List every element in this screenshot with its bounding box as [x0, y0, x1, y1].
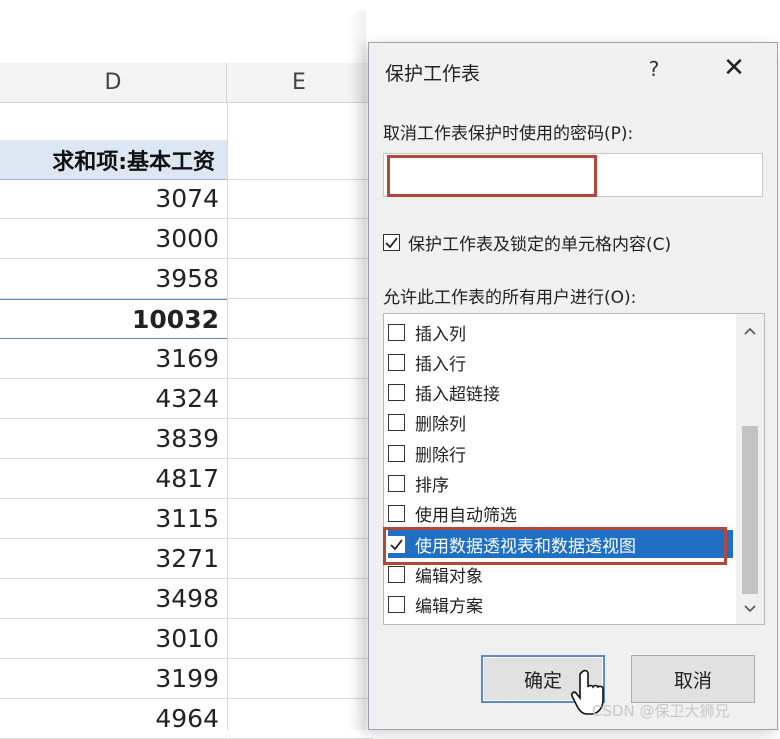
permission-label: 排序 [415, 476, 449, 496]
permission-checkbox[interactable] [388, 596, 405, 614]
protect-sheet-checkbox[interactable] [383, 233, 400, 251]
password-label: 取消工作表保护时使用的密码(P): [383, 124, 634, 144]
value-cell[interactable]: 3271 [0, 539, 227, 579]
list-scrollbar[interactable] [736, 314, 764, 624]
dialog-shadow [346, 10, 366, 730]
permission-label: 删除行 [415, 445, 466, 466]
protect-sheet-label: 保护工作表及锁定的单元格内容(C) [408, 234, 672, 255]
scroll-down-icon[interactable] [736, 596, 764, 622]
permission-item[interactable]: 使用自动筛选 [388, 500, 733, 528]
value-cell[interactable]: 4817 [0, 459, 227, 499]
value-cell[interactable]: 3498 [0, 579, 227, 619]
permission-label: 插入超链接 [415, 385, 500, 406]
permission-label: 编辑对象 [415, 566, 483, 587]
value-cell[interactable]: 3000 [0, 219, 227, 259]
value-cell[interactable]: 4964 [0, 699, 227, 739]
permission-item[interactable]: 插入列 [388, 318, 733, 346]
permission-checkbox[interactable] [388, 505, 405, 523]
permission-item[interactable]: 插入超链接 [388, 379, 733, 407]
value-cell[interactable]: 3169 [0, 339, 227, 379]
permission-label: 编辑方案 [415, 597, 483, 618]
value-cell[interactable]: 3839 [0, 419, 227, 459]
password-highlight-box [387, 155, 597, 197]
selected-item-highlight-box [383, 527, 727, 565]
dialog-title: 保护工作表 [385, 63, 481, 85]
permission-item[interactable]: 删除行 [388, 439, 733, 467]
permission-item[interactable]: 编辑方案 [388, 591, 733, 619]
watermark: CSDN @保卫大狮兄 [592, 702, 730, 720]
protect-sheet-checkbox-row[interactable]: 保护工作表及锁定的单元格内容(C) [383, 229, 671, 255]
permission-checkbox[interactable] [388, 323, 405, 341]
scroll-up-icon[interactable] [736, 318, 764, 344]
pivot-header-cell[interactable]: 求和项:基本工资 [0, 140, 227, 180]
value-cell[interactable]: 3074 [0, 179, 227, 219]
permission-checkbox[interactable] [388, 384, 405, 402]
allow-users-label: 允许此工作表的所有用户进行(O): [383, 288, 637, 308]
value-cell[interactable]: 3010 [0, 619, 227, 659]
value-cell[interactable]: 3115 [0, 499, 227, 539]
permission-label: 使用自动筛选 [415, 506, 517, 527]
permission-checkbox[interactable] [388, 444, 405, 462]
permission-item[interactable]: 插入行 [388, 348, 733, 376]
sheet-top-area [0, 0, 780, 48]
value-cell[interactable]: 4324 [0, 379, 227, 419]
permission-checkbox[interactable] [388, 353, 405, 371]
cancel-button[interactable]: 取消 [631, 655, 755, 703]
permission-checkbox[interactable] [388, 475, 405, 492]
permission-checkbox[interactable] [388, 565, 405, 583]
protect-sheet-dialog: 保护工作表 ? ✕ 取消工作表保护时使用的密码(P): 保护工作表及锁定的单元格… [368, 42, 778, 730]
help-button[interactable]: ? [641, 55, 667, 83]
permission-checkbox[interactable] [388, 414, 405, 432]
column-header-d[interactable]: D [0, 63, 227, 103]
permission-label: 插入行 [415, 354, 466, 375]
scrollbar-thumb[interactable] [742, 426, 758, 594]
permission-label: 删除列 [415, 415, 466, 436]
value-cell[interactable]: 3958 [0, 259, 227, 299]
permissions-list[interactable]: 插入列 插入行 插入超链接 删除列 删除行 排序 使用自动筛选 使用数据透视表和数据透视图 编辑… [383, 313, 765, 625]
permission-item[interactable]: 删除列 [388, 409, 733, 437]
close-icon[interactable]: ✕ [719, 53, 749, 83]
checkmark-icon [385, 236, 398, 248]
value-cell[interactable]: 3199 [0, 659, 227, 699]
permission-item[interactable]: 排序 [388, 470, 733, 498]
permission-label: 插入列 [415, 324, 466, 345]
subtotal-cell[interactable]: 10032 [0, 299, 227, 339]
